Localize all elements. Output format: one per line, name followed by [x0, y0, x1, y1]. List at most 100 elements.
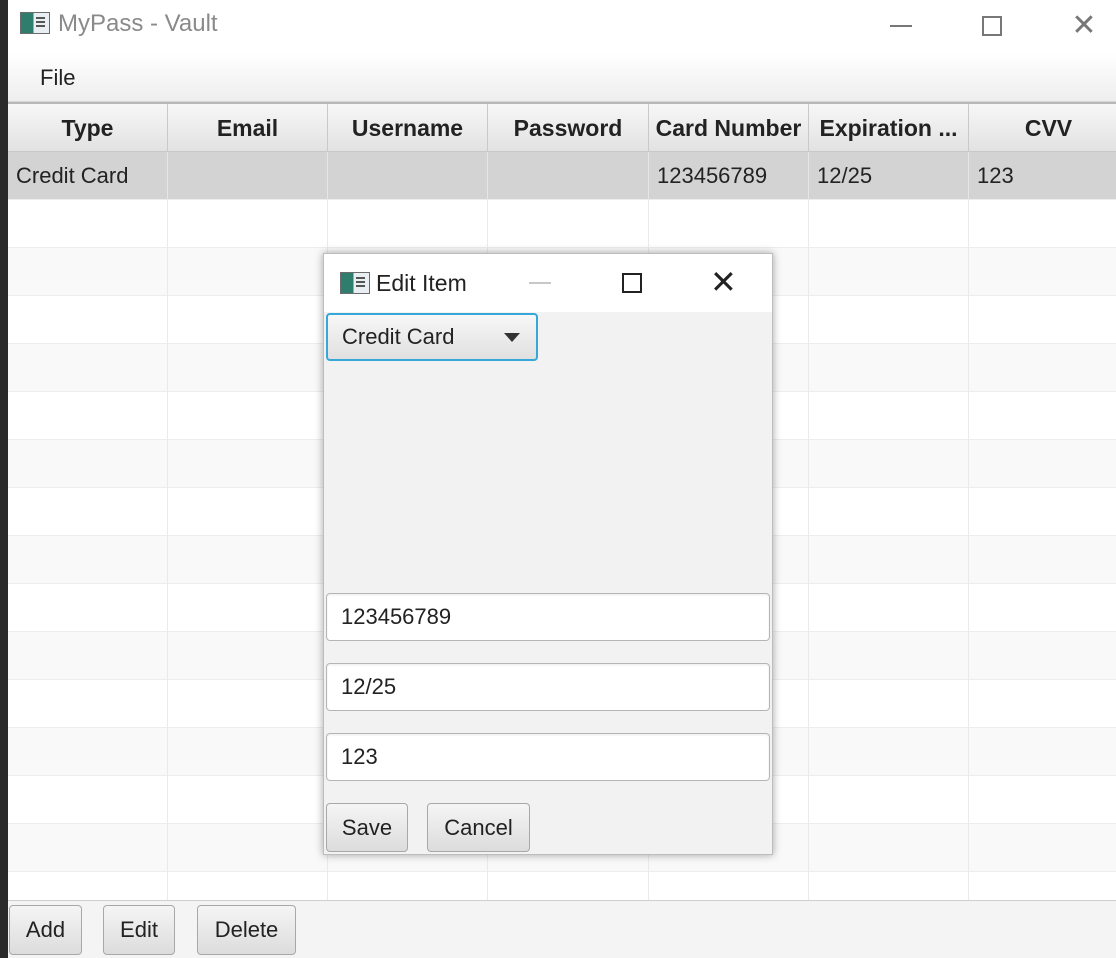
- empty-cell: [168, 440, 328, 488]
- empty-cell: [8, 824, 168, 872]
- title-bar[interactable]: MyPass - Vault ✕: [8, 0, 1116, 52]
- empty-cell: [8, 632, 168, 680]
- column-header-type[interactable]: Type: [8, 104, 168, 152]
- empty-table-row[interactable]: [8, 872, 1116, 900]
- add-button[interactable]: Add: [9, 905, 82, 955]
- minimize-icon[interactable]: [529, 282, 551, 284]
- empty-cell: [168, 392, 328, 440]
- column-header-expiration[interactable]: Expiration ...: [809, 104, 969, 152]
- close-icon[interactable]: ✕: [710, 266, 737, 298]
- delete-button[interactable]: Delete: [197, 905, 296, 955]
- table-row[interactable]: Credit Card 123456789 12/25 123: [8, 152, 1116, 200]
- column-header-card-number[interactable]: Card Number: [649, 104, 809, 152]
- column-header-username[interactable]: Username: [328, 104, 488, 152]
- empty-cell: [969, 344, 1116, 392]
- empty-cell: [328, 872, 488, 900]
- empty-cell: [488, 200, 649, 248]
- empty-cell: [168, 200, 328, 248]
- empty-cell: [809, 632, 969, 680]
- empty-cell: [8, 200, 168, 248]
- empty-cell: [969, 872, 1116, 900]
- cell-type: Credit Card: [8, 152, 168, 200]
- empty-cell: [969, 632, 1116, 680]
- empty-cell: [969, 776, 1116, 824]
- empty-cell: [969, 200, 1116, 248]
- expiration-field[interactable]: [326, 663, 770, 711]
- empty-cell: [8, 392, 168, 440]
- empty-cell: [168, 776, 328, 824]
- empty-cell: [809, 200, 969, 248]
- empty-cell: [809, 776, 969, 824]
- empty-cell: [969, 296, 1116, 344]
- empty-cell: [969, 440, 1116, 488]
- card-number-field[interactable]: [326, 593, 770, 641]
- cell-username: [328, 152, 488, 200]
- edit-item-dialog: Edit Item ✕ Credit Card Save Cancel: [323, 253, 773, 855]
- empty-cell: [809, 488, 969, 536]
- type-dropdown-value: Credit Card: [342, 324, 455, 349]
- dialog-title: Edit Item: [376, 270, 467, 296]
- empty-cell: [809, 824, 969, 872]
- empty-cell: [809, 872, 969, 900]
- empty-cell: [8, 440, 168, 488]
- minimize-icon: [890, 25, 912, 27]
- empty-cell: [168, 584, 328, 632]
- type-dropdown[interactable]: Credit Card: [326, 313, 538, 361]
- maximize-icon[interactable]: [622, 273, 642, 293]
- empty-cell: [969, 584, 1116, 632]
- action-bar: Add Edit Delete: [8, 900, 1116, 958]
- empty-cell: [168, 680, 328, 728]
- empty-cell: [168, 872, 328, 900]
- empty-cell: [969, 536, 1116, 584]
- empty-table-row[interactable]: [8, 200, 1116, 248]
- cell-email: [168, 152, 328, 200]
- cell-cvv: 123: [969, 152, 1116, 200]
- dialog-title-bar[interactable]: Edit Item ✕: [324, 254, 772, 312]
- empty-cell: [8, 776, 168, 824]
- empty-cell: [488, 872, 649, 900]
- empty-cell: [969, 728, 1116, 776]
- empty-cell: [809, 728, 969, 776]
- cvv-field[interactable]: [326, 733, 770, 781]
- empty-cell: [809, 536, 969, 584]
- empty-cell: [969, 392, 1116, 440]
- close-button[interactable]: ✕: [1038, 0, 1116, 52]
- empty-cell: [649, 200, 809, 248]
- background-window-edge: [0, 0, 8, 958]
- chevron-down-icon: [504, 333, 520, 342]
- empty-cell: [969, 680, 1116, 728]
- empty-cell: [8, 296, 168, 344]
- minimize-button[interactable]: [855, 0, 947, 52]
- cancel-button[interactable]: Cancel: [427, 803, 530, 852]
- empty-cell: [8, 536, 168, 584]
- empty-cell: [168, 728, 328, 776]
- empty-cell: [809, 680, 969, 728]
- menu-bar: File: [8, 52, 1116, 102]
- column-header-email[interactable]: Email: [168, 104, 328, 152]
- empty-cell: [809, 392, 969, 440]
- empty-cell: [809, 248, 969, 296]
- empty-cell: [969, 248, 1116, 296]
- cell-card-number: 123456789: [649, 152, 809, 200]
- maximize-button[interactable]: [946, 0, 1038, 52]
- save-button[interactable]: Save: [326, 803, 408, 852]
- column-header-cvv[interactable]: CVV: [969, 104, 1116, 152]
- empty-cell: [8, 584, 168, 632]
- app-icon: [20, 12, 50, 34]
- menu-file[interactable]: File: [40, 65, 75, 91]
- cell-expiration: 12/25: [809, 152, 969, 200]
- column-header-password[interactable]: Password: [488, 104, 649, 152]
- empty-cell: [168, 488, 328, 536]
- empty-cell: [809, 344, 969, 392]
- edit-button[interactable]: Edit: [103, 905, 175, 955]
- empty-cell: [8, 728, 168, 776]
- empty-cell: [969, 824, 1116, 872]
- empty-cell: [168, 536, 328, 584]
- empty-cell: [8, 872, 168, 900]
- window-title: MyPass - Vault: [58, 10, 218, 37]
- empty-cell: [809, 584, 969, 632]
- empty-cell: [328, 200, 488, 248]
- empty-cell: [168, 296, 328, 344]
- empty-cell: [809, 296, 969, 344]
- maximize-icon: [982, 16, 1002, 36]
